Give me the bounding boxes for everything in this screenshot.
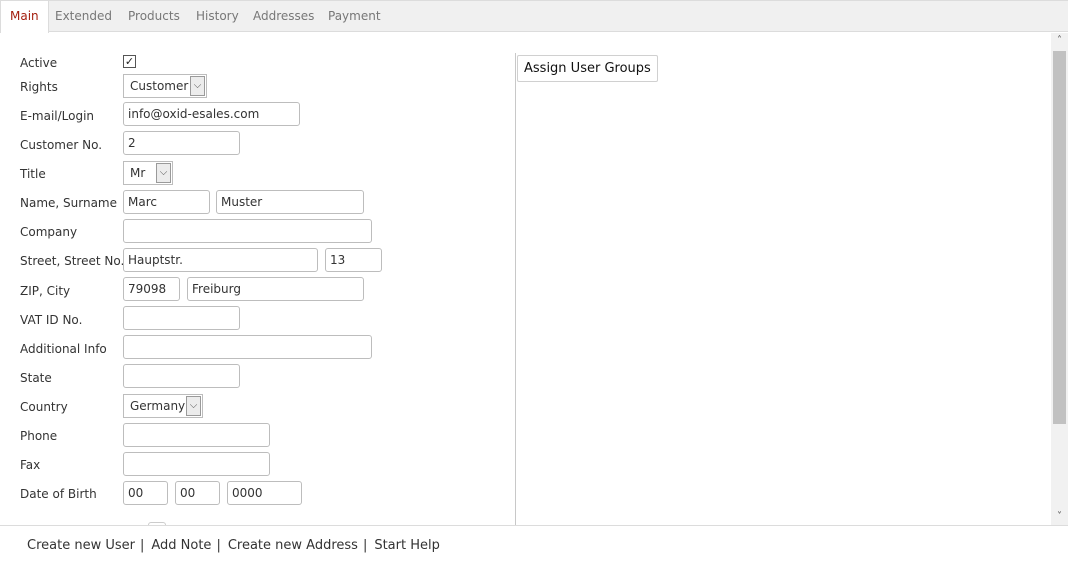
rights-select-value: Customer [130, 79, 189, 93]
city-input[interactable] [187, 277, 364, 301]
zip-input[interactable] [123, 277, 180, 301]
street-label: Street, Street No. [20, 254, 125, 268]
footer-links: Create new User | Add Note | Create new Addr… [27, 538, 440, 553]
rights-label: Rights [20, 80, 58, 94]
date-of-birth-label: Date of Birth [20, 487, 97, 501]
chevron-down-icon: ⌵ [190, 76, 205, 96]
customer-no-label: Customer No. [20, 138, 103, 152]
tab-products[interactable]: Products [119, 1, 189, 32]
company-input[interactable] [123, 219, 372, 243]
rights-select[interactable]: Customer ⌵ [123, 74, 207, 98]
customer-no-input[interactable] [123, 131, 240, 155]
dob-month-input[interactable] [175, 481, 220, 505]
dob-day-input[interactable] [123, 481, 168, 505]
scroll-up-arrow-icon[interactable]: ˄ [1051, 33, 1068, 49]
create-new-user-link[interactable]: Create new User [27, 538, 135, 553]
footer-separator: | [216, 538, 221, 553]
tab-history[interactable]: History [187, 1, 248, 32]
state-label: State [20, 371, 52, 385]
tab-addresses[interactable]: Addresses [244, 1, 323, 32]
vat-id-label: VAT ID No. [20, 313, 83, 327]
country-select-value: Germany [130, 399, 186, 413]
dob-year-input[interactable] [227, 481, 302, 505]
fax-input[interactable] [123, 452, 270, 476]
vat-id-input[interactable] [123, 306, 240, 330]
title-select-value: Mr [130, 166, 146, 180]
first-name-input[interactable] [123, 190, 210, 214]
tab-main[interactable]: Main [0, 1, 49, 33]
title-label: Title [20, 167, 46, 181]
tab-extended[interactable]: Extended [46, 1, 121, 32]
scrollbar-thumb[interactable] [1053, 51, 1066, 424]
zip-city-label: ZIP, City [20, 284, 71, 298]
state-input[interactable] [123, 364, 240, 388]
country-label: Country [20, 400, 68, 414]
active-checkbox[interactable]: ✓ [123, 55, 136, 68]
title-select[interactable]: Mr ⌵ [123, 161, 173, 185]
tab-payment[interactable]: Payment [319, 1, 390, 32]
start-help-link[interactable]: Start Help [374, 538, 440, 553]
street-no-input[interactable] [325, 248, 382, 272]
checkmark-icon: ✓ [124, 55, 135, 68]
additional-info-input[interactable] [123, 335, 372, 359]
chevron-down-icon: ⌵ [186, 396, 201, 416]
assign-user-groups-button[interactable]: Assign User Groups [517, 55, 658, 82]
footer-separator: | [362, 538, 368, 553]
chevron-down-icon: ⌵ [156, 163, 171, 183]
phone-label: Phone [20, 429, 58, 443]
customer-main-form: Active ✓ Rights Customer ⌵ E-mail/Login … [0, 33, 515, 525]
phone-input[interactable] [123, 423, 270, 447]
street-input[interactable] [123, 248, 318, 272]
email-input[interactable] [123, 102, 300, 126]
company-label: Company [20, 225, 78, 239]
country-select[interactable]: Germany ⌵ [123, 394, 203, 418]
active-label: Active [20, 56, 58, 70]
vertical-scrollbar[interactable]: ˄ ˅ [1051, 33, 1068, 525]
email-label: E-mail/Login [20, 109, 95, 123]
action-footer: Create new User | Add Note | Create new Addr… [0, 525, 1068, 564]
add-note-link[interactable]: Add Note [151, 538, 211, 553]
footer-separator: | [139, 538, 145, 553]
panel-divider [515, 53, 516, 525]
tab-bar: Main Extended Products History Addresses… [0, 0, 1068, 33]
scroll-down-arrow-icon[interactable]: ˅ [1051, 509, 1068, 525]
surname-input[interactable] [216, 190, 364, 214]
name-surname-label: Name, Surname [20, 196, 118, 210]
create-new-address-link[interactable]: Create new Address [228, 538, 358, 553]
additional-info-label: Additional Info [20, 342, 107, 356]
fax-label: Fax [20, 458, 41, 472]
